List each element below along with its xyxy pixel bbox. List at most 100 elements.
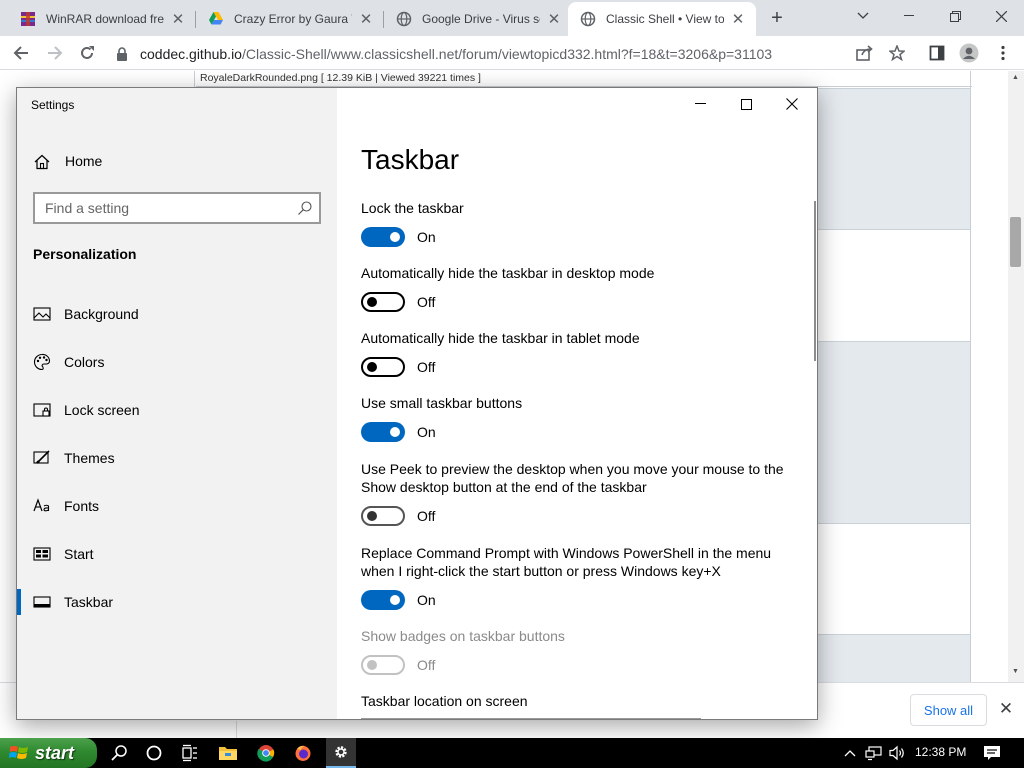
- close-tab-icon[interactable]: ✕: [358, 11, 374, 28]
- action-center-icon[interactable]: [982, 745, 1002, 761]
- tab-crazy-error[interactable]: Crazy Error by Gaura V ✕: [196, 2, 384, 36]
- share-icon[interactable]: [852, 40, 878, 66]
- task-view-icon[interactable]: [179, 742, 201, 764]
- toggle-knob: [367, 362, 377, 372]
- nav-home[interactable]: Home: [17, 148, 337, 176]
- forward-icon[interactable]: [42, 40, 68, 66]
- taskbar-location-dropdown[interactable]: [361, 718, 701, 719]
- settings-gear-icon[interactable]: [326, 738, 356, 768]
- network-icon[interactable]: [864, 745, 884, 761]
- palette-icon: [33, 353, 51, 371]
- search-icon[interactable]: [297, 200, 313, 216]
- lock-icon[interactable]: [114, 46, 130, 62]
- setting-autohide-tablet: Automatically hide the taskbar in tablet…: [361, 329, 801, 377]
- browser-toolbar: coddec.github.io/Classic-Shell/www.class…: [0, 36, 1024, 70]
- scroll-down-icon[interactable]: ▼: [1012, 668, 1019, 675]
- peek-toggle[interactable]: [361, 506, 405, 526]
- start-icon: [33, 545, 51, 563]
- profile-avatar-icon[interactable]: [956, 40, 982, 66]
- autohide-tablet-toggle[interactable]: [361, 357, 405, 377]
- nav-item-colors[interactable]: Colors: [17, 345, 337, 379]
- image-caption: RoyaleDarkRounded.png [ 12.39 KiB | View…: [200, 72, 481, 84]
- close-downloads-icon[interactable]: ✕: [996, 699, 1016, 719]
- taskbar-clock[interactable]: 12:38 PM: [915, 745, 966, 759]
- reload-icon[interactable]: [74, 40, 100, 66]
- close-tab-icon[interactable]: ✕: [730, 11, 746, 28]
- tab-classic-shell[interactable]: Classic Shell • View top ✕: [568, 2, 756, 36]
- search-setting-input[interactable]: Find a setting: [33, 192, 321, 224]
- home-icon: [34, 154, 50, 170]
- scroll-thumb[interactable]: [1010, 217, 1021, 267]
- taskbar-icon: [33, 593, 51, 611]
- setting-label-line2: when I right-click the start button or p…: [361, 563, 721, 579]
- settings-content: Taskbar Lock the taskbar On Automaticall…: [337, 88, 817, 719]
- nav-item-start[interactable]: Start: [17, 537, 337, 571]
- search-icon[interactable]: [108, 742, 130, 764]
- section-title: Personalization: [33, 246, 137, 262]
- setting-label: Show badges on taskbar buttons: [361, 628, 565, 644]
- windows-flag-icon: [9, 744, 29, 762]
- autohide-desktop-toggle[interactable]: [361, 292, 405, 312]
- close-tab-icon[interactable]: ✕: [170, 11, 186, 28]
- toggle-state: On: [417, 424, 436, 440]
- show-hidden-icons-chevron-up-icon[interactable]: [842, 745, 858, 761]
- start-button[interactable]: start: [0, 738, 97, 768]
- toggle-state: Off: [417, 294, 436, 310]
- back-icon[interactable]: [8, 40, 34, 66]
- nav-item-fonts[interactable]: Fonts: [17, 489, 337, 523]
- lock-taskbar-toggle[interactable]: [361, 227, 405, 247]
- fonts-icon: [33, 497, 51, 515]
- setting-powershell: Replace Command Prompt with Windows Powe…: [361, 544, 801, 610]
- firefox-icon[interactable]: [292, 742, 314, 764]
- nav-item-taskbar[interactable]: Taskbar: [17, 585, 337, 619]
- setting-label-line2: Show desktop button at the end of the ta…: [361, 479, 647, 495]
- address-bar[interactable]: coddec.github.io/Classic-Shell/www.class…: [110, 40, 920, 68]
- bookmark-star-icon[interactable]: [884, 40, 910, 66]
- page-scrollbar[interactable]: ▲ ▼: [1008, 71, 1024, 682]
- close-icon[interactable]: [769, 88, 815, 120]
- file-explorer-icon[interactable]: [217, 742, 239, 764]
- nav-item-lock-screen[interactable]: Lock screen: [17, 393, 337, 427]
- restore-icon[interactable]: [932, 0, 978, 32]
- setting-label: Taskbar location on screen: [361, 693, 528, 709]
- settings-scrollbar[interactable]: [814, 201, 816, 361]
- small-buttons-toggle[interactable]: [361, 422, 405, 442]
- cortana-icon[interactable]: [143, 742, 165, 764]
- setting-small-buttons: Use small taskbar buttons On: [361, 394, 801, 442]
- close-tab-icon[interactable]: ✕: [546, 11, 562, 28]
- tab-strip: WinRAR download free ✕ Crazy Error by Ga…: [0, 0, 1024, 36]
- chrome-icon[interactable]: [255, 742, 277, 764]
- toggle-state: Off: [417, 657, 436, 673]
- globe-icon: [580, 11, 596, 27]
- tab-title: Classic Shell • View top: [606, 12, 724, 26]
- nav-item-themes[interactable]: Themes: [17, 441, 337, 475]
- tab-winrar[interactable]: WinRAR download free ✕: [8, 2, 196, 36]
- nav-item-background[interactable]: Background: [17, 297, 337, 331]
- tab-search-icon[interactable]: [840, 0, 886, 32]
- kebab-menu-icon[interactable]: [990, 40, 1016, 66]
- settings-window: Settings Home Find a setting Personaliza…: [16, 87, 818, 720]
- setting-label-line1: Replace Command Prompt with Windows Powe…: [361, 545, 772, 561]
- side-panel-icon[interactable]: [924, 40, 950, 66]
- minimize-icon[interactable]: [677, 88, 723, 120]
- nav-item-label: Start: [64, 546, 94, 562]
- minimize-icon[interactable]: [886, 0, 932, 32]
- scroll-up-icon[interactable]: ▲: [1012, 74, 1019, 81]
- downloads-divider: [236, 721, 237, 739]
- setting-label: Lock the taskbar: [361, 200, 464, 216]
- start-label: start: [35, 742, 75, 763]
- home-label: Home: [65, 153, 103, 169]
- nav-item-label: Background: [64, 306, 139, 322]
- tab-google-drive[interactable]: Google Drive - Virus sc ✕: [384, 2, 572, 36]
- powershell-toggle[interactable]: [361, 590, 405, 610]
- close-window-icon[interactable]: [978, 0, 1024, 32]
- page-right-panel: [818, 88, 970, 230]
- show-all-button[interactable]: Show all: [910, 694, 987, 726]
- nav-item-label: Themes: [64, 450, 115, 466]
- toggle-state: On: [417, 229, 436, 245]
- toggle-state: Off: [417, 508, 436, 524]
- volume-icon[interactable]: [888, 745, 908, 761]
- selected-indicator: [17, 589, 21, 615]
- maximize-icon[interactable]: [723, 88, 769, 120]
- new-tab-button[interactable]: +: [764, 5, 790, 31]
